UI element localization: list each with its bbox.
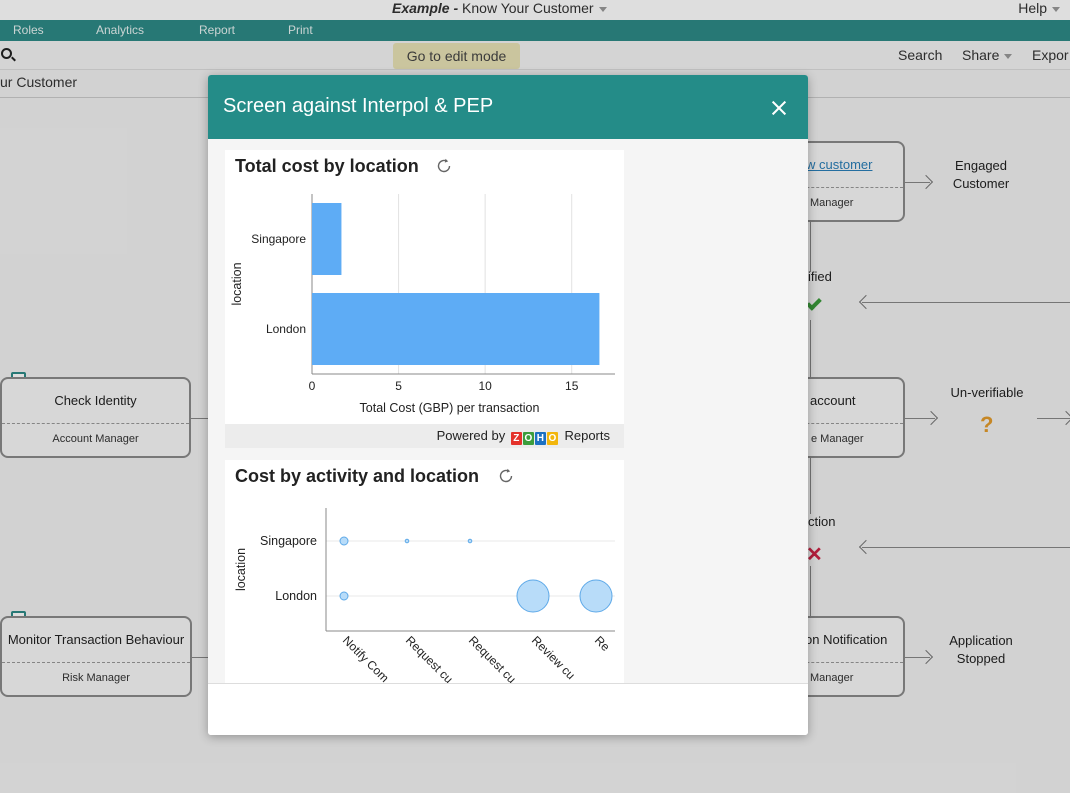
bubble[interactable] — [516, 579, 550, 613]
y-tick-label: Singapore — [251, 232, 306, 246]
x-tick-label: Review cu — [529, 633, 578, 682]
y-tick-label: Singapore — [260, 534, 317, 548]
bubble[interactable] — [579, 579, 613, 613]
bar[interactable] — [312, 293, 600, 365]
x-axis-label: Total Cost (GBP) per transaction — [360, 401, 540, 415]
modal-header: Screen against Interpol & PEP — [208, 75, 808, 139]
x-tick-label: Re — [592, 633, 613, 654]
x-tick-label: Request cu — [466, 633, 519, 683]
zoho-logo-letter: Z — [510, 431, 522, 445]
bubble[interactable] — [404, 538, 410, 544]
chart-card-total-cost: Total cost by location 0 5 10 15 Singapore Lo… — [225, 150, 624, 448]
y-axis-label: location — [234, 548, 248, 591]
powered-by-label: Powered by — [436, 428, 506, 443]
bar-chart: 0 5 10 15 Singapore London Total Cost (GBP) pe… — [230, 194, 615, 415]
powered-by-bar: Powered by ZOHO Reports — [225, 424, 624, 448]
x-tick-label: Request cu — [403, 633, 456, 683]
bubble[interactable] — [339, 591, 349, 601]
chart-card-cost-by-activity: Cost by activity and location Singapore L… — [225, 460, 624, 683]
screen-modal: Screen against Interpol & PEP Total cost… — [208, 75, 808, 735]
zoho-logo-letter: H — [534, 431, 546, 445]
x-tick-label: Notify Com — [340, 633, 392, 683]
y-axis-label: location — [230, 262, 244, 305]
x-tick-label: 15 — [565, 379, 579, 393]
bubble[interactable] — [467, 538, 473, 544]
bubble[interactable] — [339, 536, 349, 546]
zoho-logo-icon: ZOHO — [510, 429, 559, 445]
powered-by-credit[interactable]: Powered by ZOHO Reports — [437, 428, 610, 445]
modal-body[interactable]: Total cost by location 0 5 10 15 Singapore Lo… — [208, 139, 808, 683]
modal-title: Screen against Interpol & PEP — [223, 95, 494, 117]
bar[interactable] — [312, 203, 342, 275]
x-tick-label: 5 — [395, 379, 402, 393]
modal-footer — [208, 683, 808, 735]
y-tick-label: London — [275, 589, 317, 603]
y-tick-label: London — [266, 322, 306, 336]
zoho-logo-letter: O — [522, 431, 534, 445]
close-icon[interactable] — [770, 99, 788, 117]
x-tick-label: 0 — [309, 379, 316, 393]
x-tick-label: 10 — [478, 379, 492, 393]
reports-label: Reports — [564, 428, 610, 443]
bubble-chart: SingaporeLondonNotify Com Request cu Reque… — [234, 508, 615, 683]
zoho-logo-letter: O — [546, 431, 558, 445]
